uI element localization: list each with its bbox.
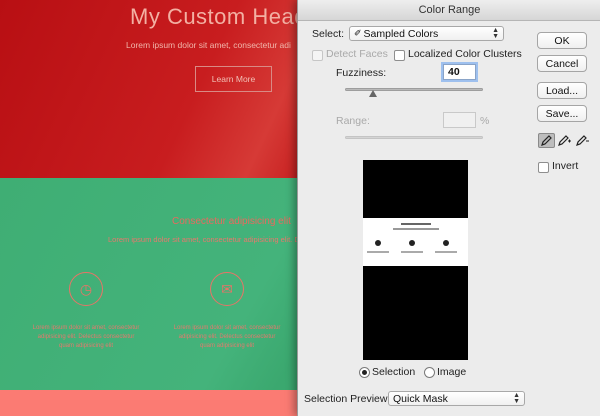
detect-faces-label: Detect Faces	[326, 48, 388, 60]
cancel-button[interactable]: Cancel	[537, 55, 587, 72]
invert-checkbox[interactable]	[538, 162, 549, 173]
localized-clusters-label: Localized Color Clusters	[408, 48, 522, 60]
eyedropper-icon[interactable]	[538, 133, 555, 148]
load-button[interactable]: Load...	[537, 82, 587, 99]
preview-text-line	[435, 251, 457, 253]
image-radio-label: Image	[437, 366, 467, 378]
localized-clusters-checkbox[interactable]	[394, 50, 405, 61]
select-dropdown[interactable]: ✐ Sampled Colors ▲ ▼	[349, 26, 504, 41]
feature-text: Lorem ipsum dolor sit amet, consectetur …	[173, 325, 281, 349]
selection-preview-label: Selection Preview:	[304, 393, 391, 405]
select-value: Sampled Colors	[363, 27, 439, 40]
eyedropper-minus-icon[interactable]	[574, 133, 591, 148]
select-label: Select:	[312, 28, 345, 40]
selection-radio-label: Selection	[372, 366, 416, 378]
preview-icon	[375, 240, 381, 246]
chevron-updown-icon: ▲ ▼	[513, 392, 520, 405]
preview-white-strip	[363, 218, 468, 266]
range-unit: %	[480, 115, 490, 127]
fuzziness-slider[interactable]	[345, 88, 483, 91]
preview-text-line	[393, 228, 439, 230]
preview-text-line	[401, 251, 423, 253]
fuzziness-input[interactable]: 40	[443, 64, 476, 80]
range-slider[interactable]	[345, 136, 483, 139]
feature-text: Lorem ipsum dolor sit amet, consectetur …	[32, 325, 140, 349]
preview-icon	[409, 240, 415, 246]
selection-preview-image	[363, 160, 468, 360]
fuzziness-label: Fuzziness:	[336, 67, 387, 79]
clock-icon: ◷	[69, 272, 103, 306]
selection-preview-value: Quick Mask	[393, 392, 448, 405]
invert-label: Invert	[552, 160, 579, 172]
selection-preview-dropdown[interactable]: Quick Mask ▲ ▼	[388, 391, 525, 406]
hero-title: My Custom Head	[130, 4, 307, 29]
chevron-updown-icon: ▲ ▼	[492, 27, 499, 40]
eyedropper-plus-icon[interactable]	[556, 133, 573, 148]
preview-text-line	[401, 223, 431, 225]
dialog-title: Color Range	[298, 0, 600, 21]
learn-more-button[interactable]: Learn More	[195, 66, 272, 92]
image-radio[interactable]	[424, 367, 435, 378]
range-input[interactable]	[443, 112, 476, 128]
preview-icon	[443, 240, 449, 246]
fuzziness-slider-thumb[interactable]	[368, 90, 377, 97]
detect-faces-checkbox[interactable]	[312, 50, 323, 61]
eyedropper-icon: ✐	[354, 28, 362, 38]
chat-icon: ✉	[210, 272, 244, 306]
save-button[interactable]: Save...	[537, 105, 587, 122]
selection-radio[interactable]	[359, 367, 370, 378]
ok-button[interactable]: OK	[537, 32, 587, 49]
hero-subtitle: Lorem ipsum dolor sit amet, consectetur …	[126, 40, 291, 50]
section-title: Consectetur adipisicing elit	[172, 216, 291, 227]
preview-text-line	[367, 251, 389, 253]
range-label: Range:	[336, 115, 370, 127]
